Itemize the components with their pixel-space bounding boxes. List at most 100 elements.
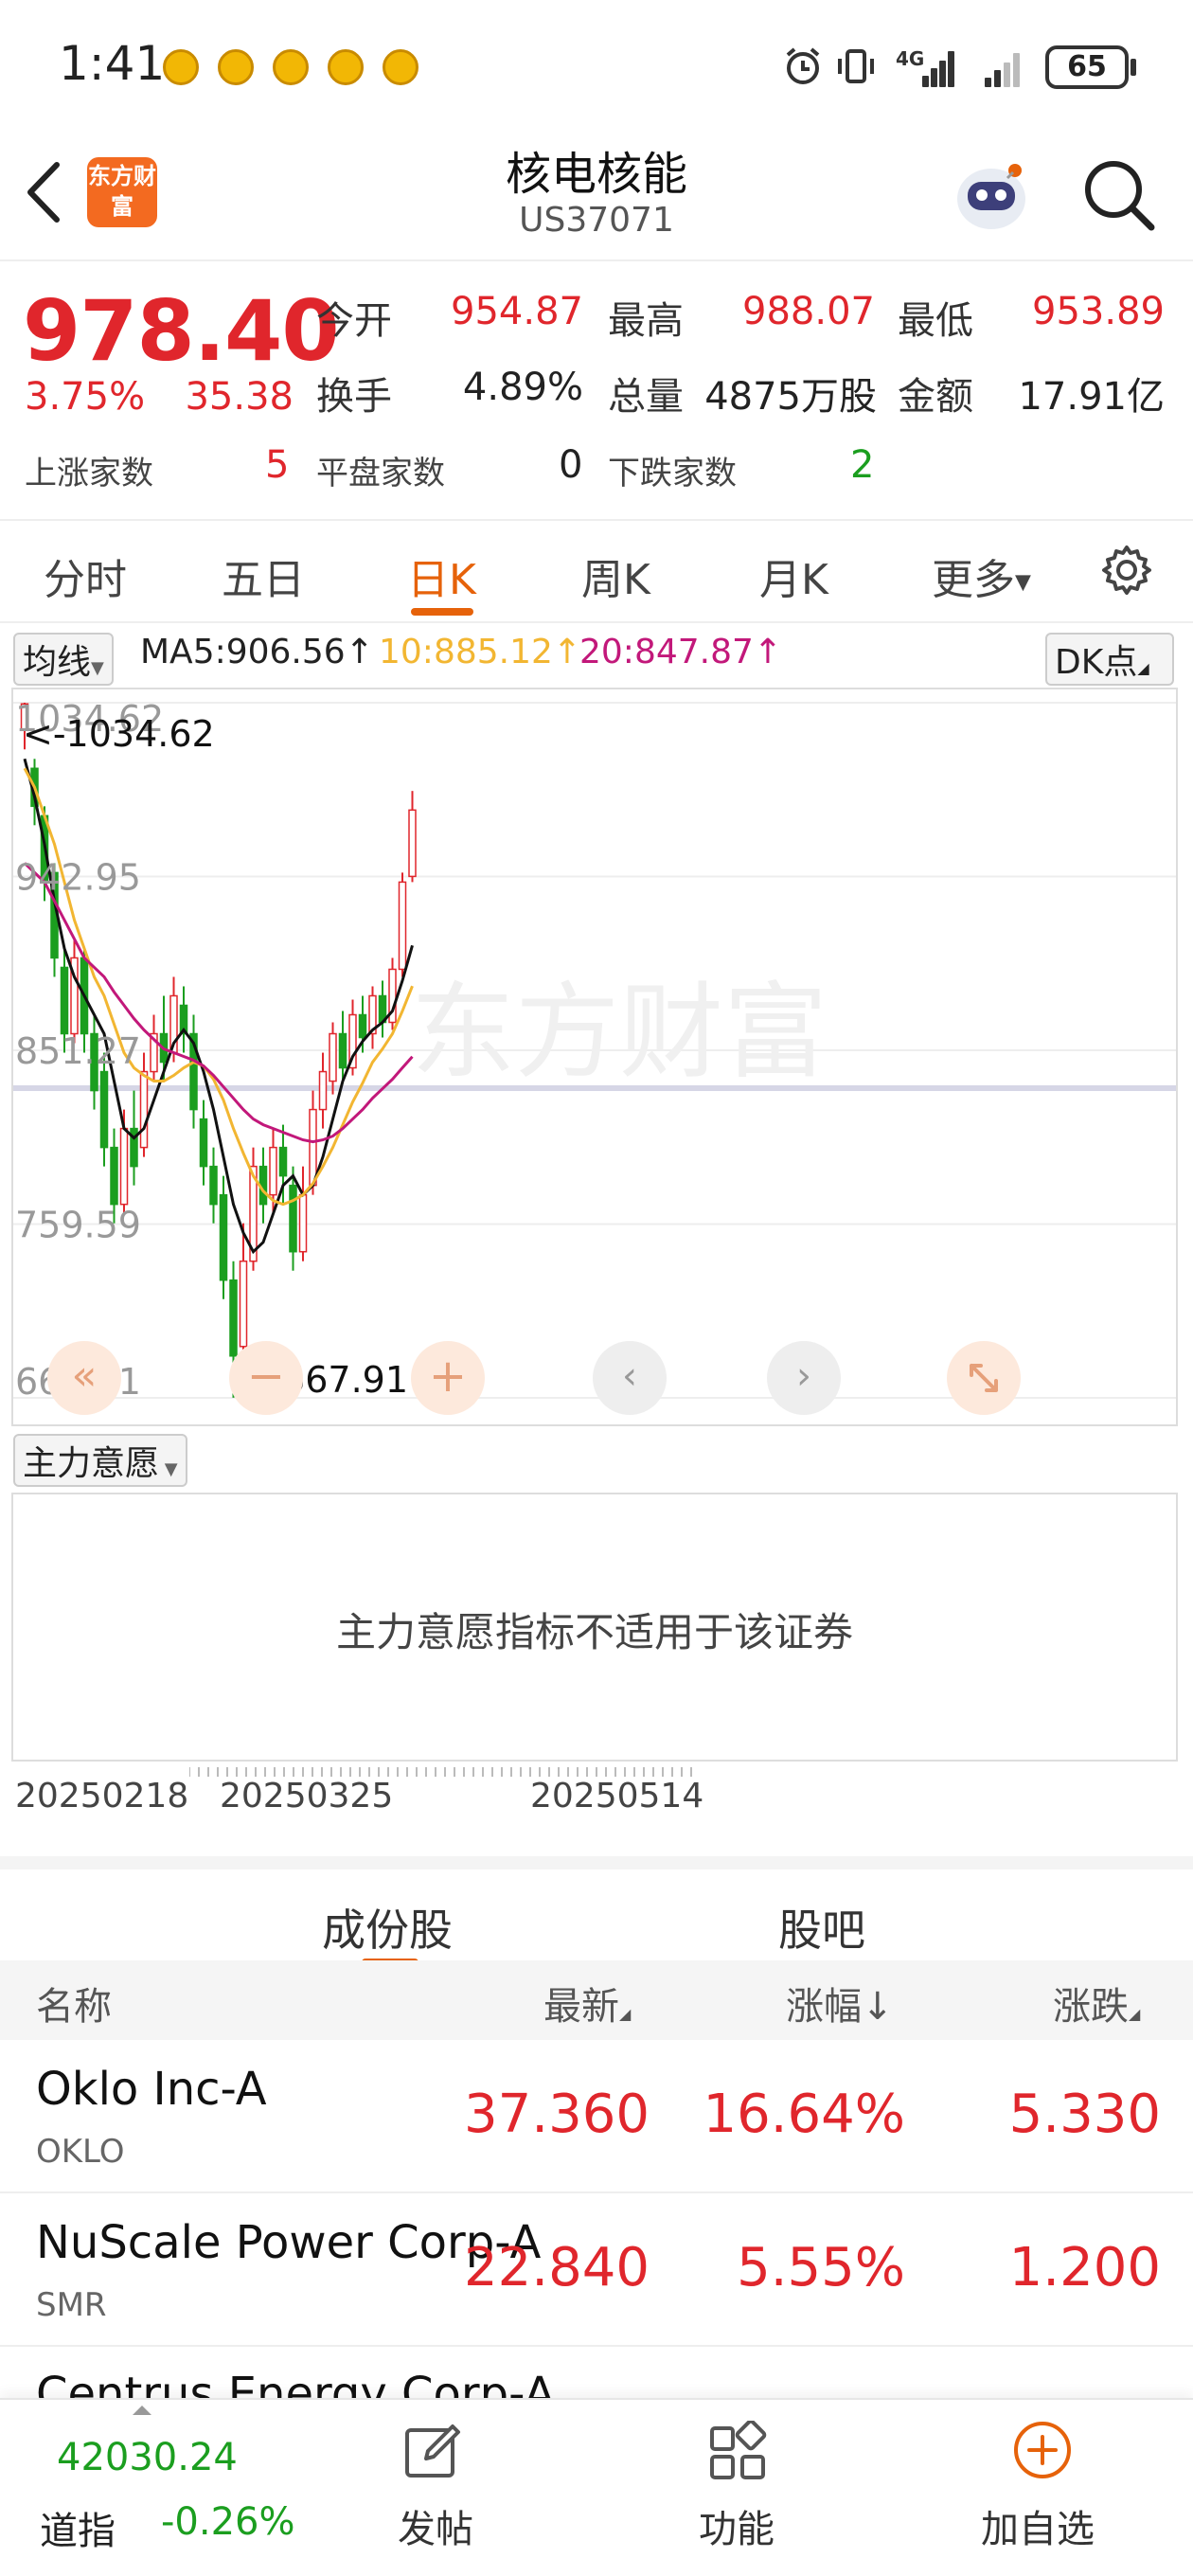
tab-daily-k[interactable]: 日K <box>407 546 476 606</box>
candle-body <box>139 1070 149 1149</box>
scroll-left-fast-button[interactable]: « <box>47 1341 121 1415</box>
caret-up-icon <box>133 2406 151 2415</box>
high-label: 最高 <box>608 299 684 343</box>
edit-icon <box>405 2424 460 2478</box>
indicator-select[interactable]: 均线▼ <box>13 633 114 686</box>
stock-change: 1.200 <box>1008 2237 1161 2299</box>
active-tab-indicator <box>411 608 473 616</box>
down-count: 2 <box>850 443 875 487</box>
search-icon[interactable] <box>1079 155 1159 235</box>
caret-down-icon: ▼ <box>1015 570 1031 595</box>
tab-stock-forum[interactable]: 股吧 <box>778 1896 865 1959</box>
notification-icon <box>163 49 199 85</box>
stock-change-pct: 5.55% <box>737 2237 905 2299</box>
y-axis-label: 759.59 <box>15 1204 141 1245</box>
turnover-value: 4.89% <box>462 366 583 409</box>
candle-body <box>289 1184 297 1253</box>
candle-body <box>60 966 69 1035</box>
caret-down-icon: ▼ <box>159 1459 178 1479</box>
kline-chart[interactable]: 东方财富 1034.62942.95851.27759.59667.91 <-1… <box>11 688 1178 1426</box>
indicator-message: 主力意愿指标不适用于该证券 <box>335 1609 853 1655</box>
open-value: 954.87 <box>451 290 583 333</box>
tab-constituents[interactable]: 成份股 <box>322 1896 453 1959</box>
tab-weekly-k[interactable]: 周K <box>581 546 650 606</box>
candle-body <box>110 1146 118 1206</box>
scroll-left-button[interactable]: ‹ <box>593 1341 667 1415</box>
candle-body <box>219 1193 228 1281</box>
stock-change-pct: 16.64% <box>703 2084 905 2145</box>
up-count: 5 <box>265 443 290 487</box>
battery-icon: 65 <box>1045 45 1129 89</box>
col-change[interactable]: 涨跌◢ <box>1053 1976 1140 2030</box>
ma10-value: 10:885.12↑ <box>379 633 582 671</box>
notification-icon <box>328 49 364 85</box>
grid-icon <box>710 2421 767 2479</box>
notification-icon <box>273 49 309 85</box>
zoom-out-button[interactable]: − <box>229 1341 303 1415</box>
candle-body <box>398 881 407 971</box>
timeline-ticks <box>189 1767 692 1777</box>
flat-count: 0 <box>559 443 583 487</box>
index-value: 42030.24 <box>57 2436 238 2479</box>
change-amount: 35.38 <box>185 375 294 419</box>
fullscreen-button[interactable] <box>947 1341 1021 1415</box>
candle-body <box>329 1032 337 1082</box>
cell-signal-icon <box>909 47 956 87</box>
list-header: 名称 最新◢ 涨幅↓ 涨跌◢ <box>0 1960 1193 2040</box>
table-row[interactable]: Oklo Inc-A OKLO 37.360 16.64% 5.330 <box>0 2040 1193 2193</box>
status-bar: 1:41 4G 65 <box>0 0 1193 133</box>
status-time: 1:41 <box>59 36 166 91</box>
caret-down-icon: ▼ <box>91 658 104 678</box>
tab-more[interactable]: 更多▼ <box>932 546 1031 606</box>
candle-body <box>358 1013 367 1039</box>
table-row[interactable]: NuScale Power Corp-A SMR 22.840 5.55% 1.… <box>0 2193 1193 2347</box>
stock-code: OKLO <box>36 2133 125 2171</box>
ma20-value: 20:847.87↑ <box>579 633 783 671</box>
indicator-panel: 主力意愿指标不适用于该证券 <box>11 1493 1178 1762</box>
sort-icon: ◢ <box>1129 2005 1141 2023</box>
candle-body <box>309 1108 317 1187</box>
stock-code: SMR <box>36 2286 107 2324</box>
alarm-icon <box>786 47 820 84</box>
index-ticker[interactable]: 42030.24 道指 -0.26% <box>0 2400 295 2576</box>
robot-assistant-icon[interactable] <box>949 152 1034 237</box>
change-percent: 3.75% <box>25 375 146 419</box>
settings-gear-icon[interactable] <box>1098 542 1155 599</box>
col-name: 名称 <box>36 1985 112 2029</box>
period-tabs: 分时 五日 日K 周K 月K 更多▼ <box>0 519 1193 623</box>
post-button[interactable]: 发帖 <box>379 2400 492 2576</box>
zoom-in-button[interactable]: + <box>411 1341 485 1415</box>
indicator2-select[interactable]: 主力意愿 ▼ <box>13 1434 187 1487</box>
candle-body <box>298 1193 308 1253</box>
col-change-pct[interactable]: 涨幅↓ <box>786 1976 894 2030</box>
tab-intraday[interactable]: 分时 <box>44 546 127 606</box>
chart-watermark: 东方财富 <box>411 972 828 1093</box>
add-watchlist-button[interactable]: 加自选 <box>966 2400 1117 2576</box>
tab-monthly-k[interactable]: 月K <box>759 546 828 606</box>
open-label: 今开 <box>316 299 392 343</box>
plus-icon: + <box>428 1350 468 1403</box>
col-latest[interactable]: 最新◢ <box>543 1976 631 2030</box>
stock-name: Oklo Inc-A <box>36 2063 267 2116</box>
stock-latest: 37.360 <box>464 2084 650 2145</box>
candle-body <box>278 1146 288 1177</box>
date-label: 20250514 <box>530 1777 704 1816</box>
tab-five-day[interactable]: 五日 <box>222 546 305 606</box>
turnover-label: 换手 <box>316 375 392 419</box>
y-axis-label: 942.95 <box>15 856 141 898</box>
stock-change: 5.330 <box>1008 2084 1161 2145</box>
candle-body <box>239 1260 248 1348</box>
dk-point-button[interactable]: DK点◢ <box>1045 633 1174 686</box>
cell-signal-icon <box>981 47 1028 87</box>
scroll-right-button[interactable]: › <box>767 1341 841 1415</box>
down-count-label: 下跌家数 <box>608 455 737 492</box>
volume-value: 4875万股 <box>704 375 877 419</box>
double-chevron-left-icon: « <box>71 1351 98 1400</box>
candle-body <box>408 809 417 878</box>
stock-latest: 22.840 <box>464 2237 650 2299</box>
features-button[interactable]: 功能 <box>680 2400 793 2576</box>
minus-icon: − <box>246 1350 286 1403</box>
expand-icon <box>970 1364 998 1392</box>
candle-body <box>269 1146 277 1196</box>
low-value: 953.89 <box>1032 290 1165 333</box>
